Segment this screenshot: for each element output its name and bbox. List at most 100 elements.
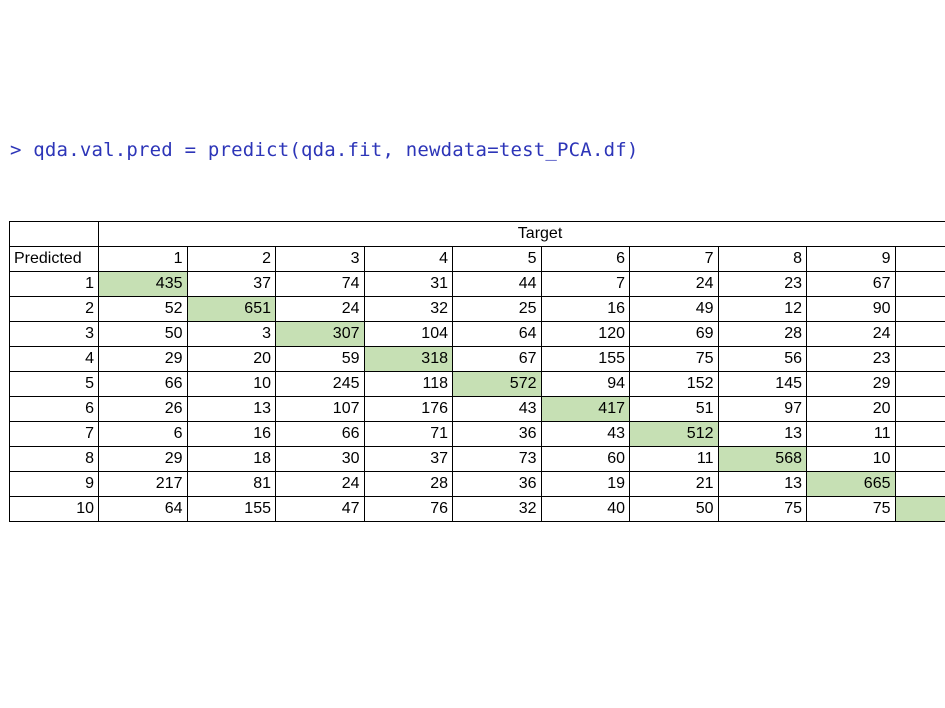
- column-header-row: Predicted 123456789: [9, 246, 945, 272]
- table-cell: 12: [717, 296, 807, 322]
- table-cell: 56: [717, 346, 807, 372]
- table-cell: 75: [717, 496, 807, 522]
- column-header: 9: [806, 246, 896, 272]
- table-cell: 81: [186, 471, 276, 497]
- table-cell: 32: [363, 296, 453, 322]
- target-header: Target: [97, 221, 945, 247]
- table-row: 7 6 16 66 71 36 43 512 13 11: [9, 421, 945, 447]
- table-cell: 97: [717, 396, 807, 422]
- table-row: 1 435 37 74 31 44 7 24 23 67: [9, 271, 945, 297]
- table-cell: 51: [629, 396, 719, 422]
- table-cell: 104: [363, 321, 453, 347]
- table-cell: 60: [540, 446, 630, 472]
- table-cell: 64: [452, 321, 542, 347]
- table-row: 6 26 13 107 176 43 417 51 97 20: [9, 396, 945, 422]
- table-cell: [894, 446, 945, 472]
- table-cell: [894, 421, 945, 447]
- table-cell: 71: [363, 421, 453, 447]
- column-header: 4: [363, 246, 453, 272]
- table-cell: 13: [717, 471, 807, 497]
- table-cell: 23: [717, 271, 807, 297]
- diagonal-cell: 435: [98, 271, 188, 297]
- table-cell: 29: [98, 446, 188, 472]
- table-cell: 24: [629, 271, 719, 297]
- table-cell: 245: [275, 371, 365, 397]
- corner-cell: [9, 221, 99, 247]
- table-row: 4 29 20 59 318 67 155 75 56 23: [9, 346, 945, 372]
- table-cell: 90: [806, 296, 896, 322]
- page: > qda.val.pred = predict(qda.fit, newdat…: [0, 0, 945, 708]
- row-label: 1: [9, 271, 99, 297]
- row-label: 3: [9, 321, 99, 347]
- diagonal-cell: [894, 496, 945, 522]
- table-cell: 36: [452, 421, 542, 447]
- diagonal-cell: 417: [540, 396, 630, 422]
- column-header: 2: [186, 246, 276, 272]
- table-cell: 36: [452, 471, 542, 497]
- table-cell: [894, 271, 945, 297]
- table-cell: 107: [275, 396, 365, 422]
- table-cell: 152: [629, 371, 719, 397]
- table-cell: 37: [186, 271, 276, 297]
- table-cell: 32: [452, 496, 542, 522]
- table-cell: 11: [806, 421, 896, 447]
- table-cell: 52: [98, 296, 188, 322]
- table-cell: 69: [629, 321, 719, 347]
- table-cell: 6: [98, 421, 188, 447]
- column-header: 8: [717, 246, 807, 272]
- table-cell: 176: [363, 396, 453, 422]
- row-label: 4: [9, 346, 99, 372]
- table-cell: 20: [806, 396, 896, 422]
- table-cell: 21: [629, 471, 719, 497]
- table-cell: 75: [629, 346, 719, 372]
- table-cell: 50: [98, 321, 188, 347]
- table-row: 2 52 651 24 32 25 16 49 12 90: [9, 296, 945, 322]
- table-cell: 13: [717, 421, 807, 447]
- table-cell: [894, 296, 945, 322]
- table-cell: 217: [98, 471, 188, 497]
- predicted-header: Predicted: [9, 246, 99, 272]
- table-cell: 67: [806, 271, 896, 297]
- column-header: 3: [275, 246, 365, 272]
- diagonal-cell: 665: [806, 471, 896, 497]
- column-header: 7: [629, 246, 719, 272]
- table-cell: 120: [540, 321, 630, 347]
- table-cell: 155: [540, 346, 630, 372]
- table-cell: 155: [186, 496, 276, 522]
- table-cell: 24: [806, 321, 896, 347]
- row-label: 9: [9, 471, 99, 497]
- table-cell: 7: [540, 271, 630, 297]
- table-cell: 64: [98, 496, 188, 522]
- table-cell: 28: [717, 321, 807, 347]
- table-cell: 23: [806, 346, 896, 372]
- row-label: 8: [9, 446, 99, 472]
- table-cell: 37: [363, 446, 453, 472]
- table-cell: 24: [275, 296, 365, 322]
- column-header: 6: [540, 246, 630, 272]
- table-cell: 16: [540, 296, 630, 322]
- table-cell: [894, 471, 945, 497]
- diagonal-cell: 568: [717, 446, 807, 472]
- table-cell: 118: [363, 371, 453, 397]
- table-cell: 75: [806, 496, 896, 522]
- table-cell: 66: [275, 421, 365, 447]
- table-row: 9 217 81 24 28 36 19 21 13 665: [9, 471, 945, 497]
- table-row: 8 29 18 30 37 73 60 11 568 10: [9, 446, 945, 472]
- table-cell: 26: [98, 396, 188, 422]
- row-label: 7: [9, 421, 99, 447]
- column-header: 1: [98, 246, 188, 272]
- row-label: 10: [9, 496, 99, 522]
- table-cell: 76: [363, 496, 453, 522]
- r-command-line: > qda.val.pred = predict(qda.fit, newdat…: [10, 139, 639, 161]
- table-cell: 30: [275, 446, 365, 472]
- table-cell: 73: [452, 446, 542, 472]
- table-cell: 31: [363, 271, 453, 297]
- table-cell: 16: [186, 421, 276, 447]
- table-cell: 25: [452, 296, 542, 322]
- table-cell: 28: [363, 471, 453, 497]
- table-cell: 43: [540, 421, 630, 447]
- diagonal-cell: 572: [452, 371, 542, 397]
- confusion-matrix-table: Target Predicted 123456789 1 435 37 74 31 44 7…: [9, 221, 945, 522]
- table-cell: 18: [186, 446, 276, 472]
- diagonal-cell: 512: [629, 421, 719, 447]
